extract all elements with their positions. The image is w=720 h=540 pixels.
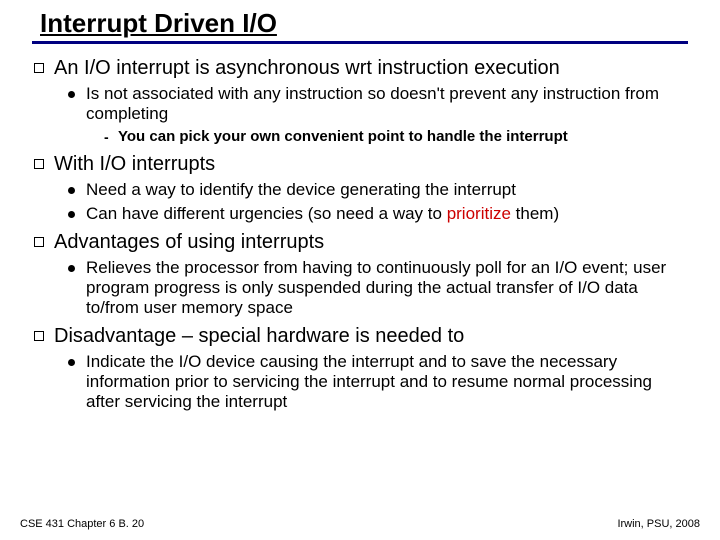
disc-bullet-icon	[68, 84, 86, 104]
point-1-sub-1-a: - You can pick your own convenient point…	[104, 128, 690, 146]
slide-title: Interrupt Driven I/O	[32, 8, 688, 39]
point-2-sub-2: Can have different urgencies (so need a …	[68, 204, 690, 224]
disc-bullet-icon	[68, 204, 86, 224]
square-bullet-icon	[34, 230, 54, 252]
point-2-sub-2-text: Can have different urgencies (so need a …	[86, 204, 559, 224]
point-2: With I/O interrupts	[34, 152, 690, 176]
point-2-sub-1: Need a way to identify the device genera…	[68, 180, 690, 200]
point-3-text: Advantages of using interrupts	[54, 230, 324, 254]
disc-bullet-icon	[68, 180, 86, 200]
point-1: An I/O interrupt is asynchronous wrt ins…	[34, 56, 690, 80]
point-3: Advantages of using interrupts	[34, 230, 690, 254]
point-1-text: An I/O interrupt is asynchronous wrt ins…	[54, 56, 560, 80]
disc-bullet-icon	[68, 352, 86, 372]
point-1-sub-1-a-text: You can pick your own convenient point t…	[118, 128, 568, 146]
point-4-text: Disadvantage – special hardware is neede…	[54, 324, 464, 348]
point-3-sub-1-text: Relieves the processor from having to co…	[86, 258, 690, 318]
point-4-sub-1-text: Indicate the I/O device causing the inte…	[86, 352, 690, 412]
slide-body: An I/O interrupt is asynchronous wrt ins…	[34, 50, 690, 414]
square-bullet-icon	[34, 152, 54, 174]
title-underline: Interrupt Driven I/O	[32, 8, 688, 44]
square-bullet-icon	[34, 56, 54, 78]
footer-right: Irwin, PSU, 2008	[617, 518, 700, 530]
point-1-sub-1-text: Is not associated with any instruction s…	[86, 84, 690, 124]
point-1-sub-1: Is not associated with any instruction s…	[68, 84, 690, 124]
disc-bullet-icon	[68, 258, 86, 278]
footer: CSE 431 Chapter 6 B. 20 Irwin, PSU, 2008	[20, 518, 700, 530]
point-3-sub-1: Relieves the processor from having to co…	[68, 258, 690, 318]
point-4-sub-1: Indicate the I/O device causing the inte…	[68, 352, 690, 412]
point-2-sub-1-text: Need a way to identify the device genera…	[86, 180, 516, 200]
dash-bullet-icon: -	[104, 128, 118, 146]
point-2-text: With I/O interrupts	[54, 152, 215, 176]
footer-left: CSE 431 Chapter 6 B. 20	[20, 518, 144, 530]
slide: Interrupt Driven I/O An I/O interrupt is…	[0, 0, 720, 540]
square-bullet-icon	[34, 324, 54, 346]
point-4: Disadvantage – special hardware is neede…	[34, 324, 690, 348]
